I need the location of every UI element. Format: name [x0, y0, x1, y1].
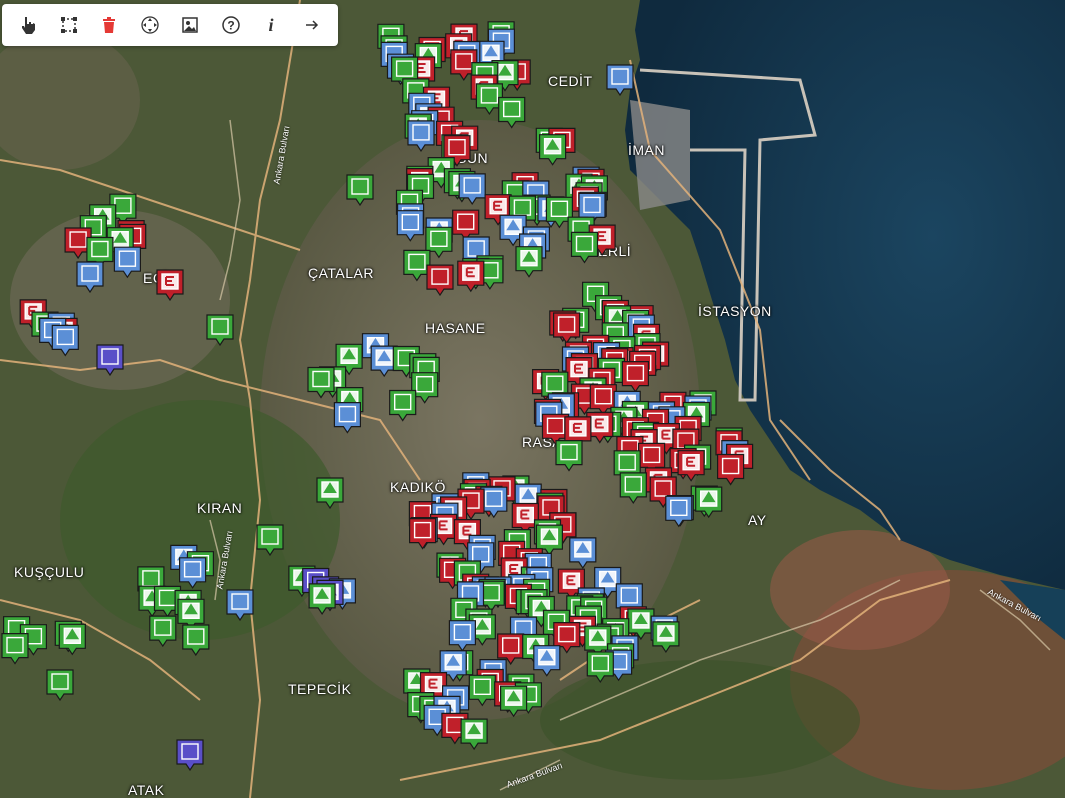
poi-marker[interactable] [515, 246, 543, 278]
poi-marker[interactable] [480, 486, 508, 519]
poi-marker[interactable] [316, 477, 344, 510]
svg-text:?: ? [227, 19, 234, 33]
next-button[interactable] [298, 11, 326, 39]
poi-marker[interactable] [403, 249, 431, 282]
poi-marker[interactable] [606, 64, 634, 97]
poi-marker[interactable] [1, 632, 29, 665]
arrow-right-icon [305, 20, 318, 30]
poi-marker[interactable] [448, 620, 476, 652]
poi-marker[interactable] [452, 209, 480, 242]
poi-marker[interactable] [695, 486, 723, 519]
poi-marker[interactable] [716, 453, 745, 486]
poi-marker[interactable] [396, 210, 424, 242]
poi-marker[interactable] [652, 621, 680, 653]
poi-marker[interactable] [533, 645, 561, 677]
move-button[interactable] [136, 11, 164, 39]
poi-marker[interactable] [457, 260, 485, 293]
move-arrows-icon [141, 16, 159, 34]
poi-marker[interactable] [468, 674, 496, 707]
poi-marker[interactable] [96, 344, 124, 377]
svg-text:i: i [269, 15, 274, 35]
poi-marker[interactable] [113, 246, 142, 279]
poi-marker[interactable] [51, 324, 79, 357]
poi-marker[interactable] [156, 269, 184, 302]
poi-marker[interactable] [206, 314, 234, 347]
select-area-button[interactable] [55, 11, 83, 39]
poi-marker[interactable] [226, 589, 254, 622]
poi-marker[interactable] [389, 389, 417, 422]
info-button[interactable]: i [257, 11, 285, 39]
poi-marker[interactable] [621, 361, 650, 393]
poi-marker[interactable] [76, 261, 104, 294]
poi-marker[interactable] [346, 174, 374, 207]
poi-marker[interactable] [182, 624, 210, 657]
info-icon: i [269, 15, 274, 35]
image-export-button[interactable] [176, 11, 204, 39]
poi-marker[interactable] [407, 120, 435, 152]
poi-marker[interactable] [149, 615, 177, 648]
poi-markers-layer[interactable] [0, 0, 1065, 798]
poi-marker[interactable] [179, 557, 207, 589]
poi-marker[interactable] [570, 231, 599, 264]
select-rectangle-icon [60, 17, 77, 33]
poi-marker[interactable] [586, 651, 614, 683]
pan-hand-button[interactable] [14, 11, 42, 39]
poi-marker[interactable] [665, 495, 693, 528]
poi-marker[interactable] [58, 623, 86, 656]
poi-marker[interactable] [176, 739, 204, 772]
map-toolbar: ? i [2, 4, 338, 46]
poi-marker[interactable] [499, 685, 528, 718]
poi-marker[interactable] [426, 264, 454, 297]
poi-marker[interactable] [538, 134, 567, 166]
poi-marker[interactable] [409, 517, 437, 550]
poi-marker[interactable] [569, 537, 597, 569]
hand-pointer-icon [22, 17, 36, 34]
delete-button[interactable] [95, 11, 123, 39]
poi-marker[interactable] [333, 402, 361, 434]
trash-icon [103, 17, 116, 33]
poi-marker[interactable] [498, 96, 526, 129]
poi-marker[interactable] [46, 669, 74, 702]
help-button[interactable]: ? [217, 11, 245, 39]
image-icon [182, 17, 198, 33]
question-circle-icon: ? [222, 16, 240, 34]
poi-marker[interactable] [460, 718, 488, 751]
poi-marker[interactable] [555, 440, 583, 472]
poi-marker[interactable] [256, 524, 284, 557]
poi-marker[interactable] [619, 472, 647, 504]
